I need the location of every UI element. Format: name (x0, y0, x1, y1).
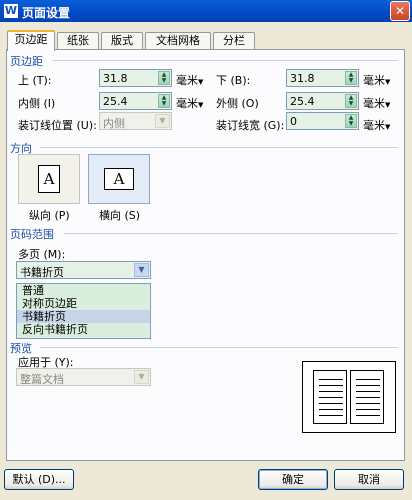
page-preview (302, 361, 396, 433)
bottom-margin-label: 下 (B): (216, 74, 251, 87)
gutter-width-spinner[interactable]: 0 ▲ ▼ (286, 112, 359, 130)
inner-margin-label: 内侧 (I) (18, 97, 56, 110)
multi-pages-label: 多页 (M): (18, 248, 66, 261)
inner-margin-spinner[interactable]: 25.4 ▲ ▼ (99, 92, 172, 110)
top-margin-value: 31.8 (103, 72, 128, 85)
multi-pages-dropdown-list[interactable]: 普通 对称页边距 书籍折页 反向书籍折页 (16, 283, 151, 339)
gutter-position-label: 装订线位置 (U): (18, 119, 97, 132)
list-item[interactable]: 书籍折页 (17, 310, 150, 323)
orientation-divider (40, 147, 398, 148)
spinner-arrows-icon[interactable]: ▲ ▼ (158, 71, 170, 85)
tab-doc-grid[interactable]: 文档网格 (145, 32, 211, 50)
close-button[interactable]: ✕ (390, 1, 410, 21)
list-item[interactable]: 对称页边距 (17, 297, 150, 310)
landscape-page-icon: A (104, 168, 134, 190)
spinner-arrows-icon[interactable]: ▲ ▼ (345, 94, 357, 108)
tab-paper[interactable]: 纸张 (57, 32, 99, 50)
pages-section-title: 页码范围 (10, 228, 54, 241)
top-margin-label: 上 (T): (18, 74, 52, 87)
landscape-button[interactable]: A (88, 154, 150, 204)
list-item[interactable]: 反向书籍折页 (17, 323, 150, 336)
inner-margin-value: 25.4 (103, 95, 128, 108)
portrait-page-icon: A (38, 165, 60, 193)
pages-divider (64, 233, 398, 234)
multi-pages-select[interactable]: 书籍折页 ▼ (16, 261, 151, 279)
gutter-width-unit[interactable]: 毫米▼ (363, 117, 390, 133)
margins-divider (52, 60, 398, 61)
bottom-margin-spinner[interactable]: 31.8 ▲ ▼ (286, 69, 359, 87)
chevron-down-icon: ▼ (134, 370, 149, 384)
top-margin-spinner[interactable]: 31.8 ▲ ▼ (99, 69, 172, 87)
wps-writer-icon: W (4, 4, 18, 18)
gutter-position-select[interactable]: 内侧 ▼ (99, 112, 172, 130)
portrait-button[interactable]: A (18, 154, 80, 204)
gutter-width-label: 装订线宽 (G): (216, 119, 285, 132)
apply-to-value: 整篇文档 (20, 373, 64, 386)
apply-to-select[interactable]: 整篇文档 ▼ (16, 368, 151, 386)
outer-margin-spinner[interactable]: 25.4 ▲ ▼ (286, 92, 359, 110)
preview-divider (40, 347, 398, 348)
landscape-label: 横向 (S) (99, 209, 141, 222)
tab-columns[interactable]: 分栏 (213, 32, 255, 50)
gutter-position-value: 内侧 (103, 117, 125, 130)
top-margin-unit[interactable]: 毫米▼ (176, 72, 203, 88)
ok-button[interactable]: 确定 (258, 469, 328, 490)
spinner-arrows-icon[interactable]: ▲ ▼ (345, 114, 357, 128)
chevron-down-icon: ▼ (155, 114, 170, 128)
default-button[interactable]: 默认 (D)... (4, 469, 74, 490)
outer-margin-label: 外侧 (O) (216, 97, 259, 110)
list-item[interactable]: 普通 (17, 284, 150, 297)
gutter-width-value: 0 (290, 115, 297, 128)
title-bar: W 页面设置 ✕ (0, 0, 412, 22)
outer-margin-value: 25.4 (290, 95, 315, 108)
bottom-margin-unit[interactable]: 毫米▼ (363, 72, 390, 88)
outer-margin-unit[interactable]: 毫米▼ (363, 95, 390, 111)
inner-margin-unit[interactable]: 毫米▼ (176, 95, 203, 111)
tab-margins[interactable]: 页边距 (7, 30, 55, 51)
bottom-margin-value: 31.8 (290, 72, 315, 85)
window-title: 页面设置 (22, 6, 71, 20)
cancel-button[interactable]: 取消 (334, 469, 404, 490)
preview-right-page-icon (350, 370, 384, 424)
spinner-arrows-icon[interactable]: ▲ ▼ (158, 94, 170, 108)
tab-layout[interactable]: 版式 (101, 32, 143, 50)
multi-pages-value: 书籍折页 (20, 266, 64, 279)
spinner-arrows-icon[interactable]: ▲ ▼ (345, 71, 357, 85)
margins-section-title: 页边距 (10, 55, 43, 68)
chevron-down-icon: ▼ (134, 263, 149, 277)
portrait-label: 纵向 (P) (29, 209, 70, 222)
preview-left-page-icon (313, 370, 347, 424)
